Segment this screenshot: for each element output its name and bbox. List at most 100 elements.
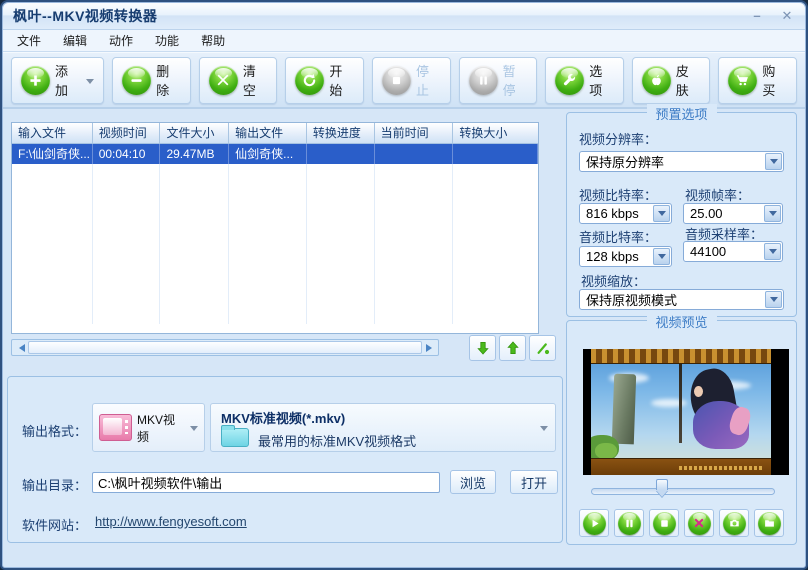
video-scale-select[interactable]: 保持原视频模式: [579, 289, 784, 310]
cell-output-file: 仙剑奇侠...: [229, 144, 307, 164]
format-category-value: MKV视频: [137, 411, 183, 445]
video-still-image: [591, 349, 771, 475]
chevron-down-icon[interactable]: [765, 153, 782, 170]
horizontal-scrollbar[interactable]: [11, 339, 439, 356]
scroll-left-icon[interactable]: [12, 340, 27, 355]
table-empty-area: [12, 324, 538, 333]
website-label: 软件网站：: [22, 515, 87, 534]
play-button[interactable]: [579, 509, 609, 537]
snapshot-camera-icon: [723, 512, 746, 535]
minimize-button[interactable]: –: [749, 8, 765, 24]
folder-icon: [758, 512, 781, 535]
menu-feature[interactable]: 功能: [145, 29, 189, 52]
pause-button[interactable]: 暂停: [459, 57, 538, 104]
table-row[interactable]: F:\仙剑奇侠... 00:04:10 29.47MB 仙剑奇侠...: [12, 144, 538, 164]
menu-action[interactable]: 动作: [99, 29, 143, 52]
video-preview-panel: 视频预览: [566, 320, 797, 545]
stop-button[interactable]: 停止: [372, 57, 451, 104]
format-profile-name: MKV标准视频(*.mkv): [221, 408, 345, 427]
preset-options-panel: 预置选项 视频分辨率： 保持原分辨率 视频比特率： 视频帧率： 816 kbps…: [566, 112, 797, 317]
col-video-time[interactable]: 视频时间: [93, 123, 161, 143]
website-link[interactable]: http://www.fengyesoft.com: [95, 514, 247, 529]
seek-slider-thumb[interactable]: [656, 479, 668, 497]
col-input-file[interactable]: 输入文件: [12, 123, 93, 143]
output-dir-input[interactable]: [92, 472, 440, 493]
close-button[interactable]: ✕: [779, 8, 795, 24]
cancel-button[interactable]: [684, 509, 714, 537]
add-plus-icon: [21, 66, 50, 95]
menu-edit[interactable]: 编辑: [53, 29, 97, 52]
resolution-select[interactable]: 保持原分辨率: [579, 151, 784, 172]
edit-button[interactable]: [529, 335, 556, 361]
chevron-down-icon[interactable]: [653, 205, 670, 222]
output-dir-label: 输出目录：: [22, 475, 87, 494]
list-order-buttons: [469, 335, 556, 361]
menu-file[interactable]: 文件: [7, 29, 51, 52]
browse-button[interactable]: 浏览: [450, 470, 496, 494]
audio-bitrate-label: 音频比特率：: [579, 227, 657, 246]
move-down-button[interactable]: [469, 335, 496, 361]
format-profile-select[interactable]: MKV标准视频(*.mkv) 最常用的标准MKV视频格式: [210, 403, 556, 452]
audio-bitrate-value: 128 kbps: [586, 249, 652, 264]
start-refresh-icon: [295, 66, 324, 95]
scrollbar-thumb[interactable]: [28, 341, 422, 354]
cell-converted-size: [453, 144, 538, 164]
open-folder-button[interactable]: [754, 509, 784, 537]
framerate-select[interactable]: 25.00: [683, 203, 783, 224]
start-button[interactable]: 开始: [285, 57, 364, 104]
cell-file-size: 29.47MB: [160, 144, 229, 164]
delete-button-label: 删除: [156, 61, 181, 99]
col-file-size[interactable]: 文件大小: [160, 123, 229, 143]
window-title: 枫叶--MKV视频转换器: [13, 6, 157, 26]
preset-panel-title: 预置选项: [646, 104, 716, 123]
clear-x-icon: [209, 66, 238, 95]
format-profile-desc: 最常用的标准MKV视频格式: [258, 431, 416, 450]
format-category-select[interactable]: MKV视频: [92, 403, 205, 452]
empty-row: [12, 204, 538, 224]
snapshot-button[interactable]: [719, 509, 749, 537]
chevron-down-icon[interactable]: [764, 243, 781, 260]
buy-button[interactable]: 购买: [718, 57, 797, 104]
output-settings-panel: 输出格式： MKV视频 MKV标准视频(*.mkv) 最常用的标准MKV视频格式…: [7, 376, 563, 543]
stop-square-icon: [382, 66, 411, 95]
col-current-time[interactable]: 当前时间: [375, 123, 454, 143]
chevron-down-icon[interactable]: [540, 426, 548, 435]
file-list: 输入文件 视频时间 文件大小 输出文件 转换进度 当前时间 转换大小 F:\仙剑…: [11, 122, 539, 334]
col-progress[interactable]: 转换进度: [307, 123, 375, 143]
seek-slider-track[interactable]: [591, 488, 775, 495]
audio-bitrate-select[interactable]: 128 kbps: [579, 246, 672, 267]
chevron-down-icon[interactable]: [653, 248, 670, 265]
add-button[interactable]: 添加: [11, 57, 104, 104]
delete-button[interactable]: 删除: [112, 57, 191, 104]
clear-button[interactable]: 清空: [199, 57, 278, 104]
skin-button[interactable]: 皮肤: [632, 57, 711, 104]
video-bitrate-select[interactable]: 816 kbps: [579, 203, 672, 224]
chevron-down-icon[interactable]: [190, 426, 198, 435]
chevron-down-icon[interactable]: [765, 291, 782, 308]
move-up-button[interactable]: [499, 335, 526, 361]
video-scale-value: 保持原视频模式: [586, 290, 764, 309]
cell-video-time: 00:04:10: [93, 144, 161, 164]
framerate-value: 25.00: [690, 206, 763, 221]
open-button[interactable]: 打开: [510, 470, 558, 494]
move-up-icon: [505, 340, 521, 356]
sample-rate-select[interactable]: 44100: [683, 241, 783, 262]
add-button-label: 添加: [55, 61, 79, 99]
titlebar[interactable]: 枫叶--MKV视频转换器 – ✕: [3, 3, 805, 30]
start-button-label: 开始: [329, 61, 354, 99]
buy-cart-icon: [728, 66, 757, 95]
col-converted-size[interactable]: 转换大小: [453, 123, 538, 143]
col-output-file[interactable]: 输出文件: [229, 123, 307, 143]
menu-help[interactable]: 帮助: [191, 29, 235, 52]
cell-progress: [307, 144, 375, 164]
pause-playback-button[interactable]: [614, 509, 644, 537]
options-button[interactable]: 选项: [545, 57, 624, 104]
stop-playback-button[interactable]: [649, 509, 679, 537]
pause-icon: [618, 512, 641, 535]
chevron-down-icon[interactable]: [764, 205, 781, 222]
add-dropdown-caret-icon[interactable]: [86, 79, 94, 88]
scroll-right-icon[interactable]: [423, 340, 438, 355]
empty-row: [12, 264, 538, 284]
video-scale-label: 视频缩放：: [581, 271, 646, 290]
move-down-icon: [475, 340, 491, 356]
